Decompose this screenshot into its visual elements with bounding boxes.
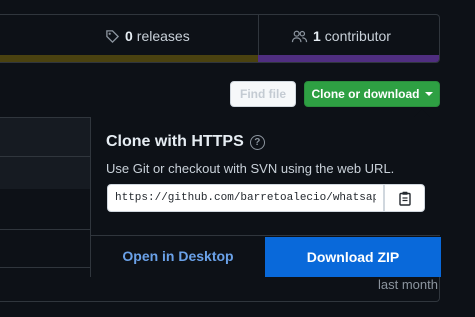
tag-icon	[106, 29, 120, 43]
clipboard-icon	[398, 191, 411, 206]
clone-download-button[interactable]: Clone or download	[304, 81, 440, 107]
people-icon	[291, 30, 308, 42]
clone-title-text: Clone with HTTPS	[106, 133, 244, 150]
releases-link[interactable]: 0 releases	[105, 15, 190, 57]
language-segment	[258, 55, 439, 62]
clone-title: Clone with HTTPS ?	[106, 133, 265, 151]
releases-label: releases	[136, 28, 190, 44]
caret-down-icon	[424, 92, 433, 96]
contributors-link[interactable]: 1 contributor	[291, 15, 391, 57]
contributors-label: contributor	[324, 28, 391, 44]
open-in-desktop-link[interactable]: Open in Desktop	[91, 237, 265, 275]
clone-description: Use Git or checkout with SVN using the w…	[106, 161, 395, 176]
repo-stats-bar: 0 releases 1 contributor	[0, 14, 440, 63]
download-zip-button[interactable]: Download ZIP	[265, 237, 441, 277]
find-file-button[interactable]: Find file	[230, 81, 296, 107]
clone-download-label: Clone or download	[311, 87, 420, 101]
releases-count: 0	[125, 28, 133, 44]
clone-url-field[interactable]	[107, 184, 384, 212]
dropdown-divider	[91, 235, 440, 236]
language-bar	[0, 55, 439, 62]
stat-divider	[258, 15, 259, 57]
contributors-count: 1	[313, 28, 321, 44]
clone-url-input[interactable]	[108, 185, 383, 211]
clone-dropdown: Clone with HTTPS ? Use Git or checkout w…	[90, 109, 441, 277]
dropdown-caret	[414, 109, 430, 117]
copy-url-button[interactable]	[384, 184, 425, 212]
help-icon[interactable]: ?	[249, 134, 265, 150]
language-segment	[0, 55, 258, 62]
last-commit-time: last month	[378, 277, 438, 292]
